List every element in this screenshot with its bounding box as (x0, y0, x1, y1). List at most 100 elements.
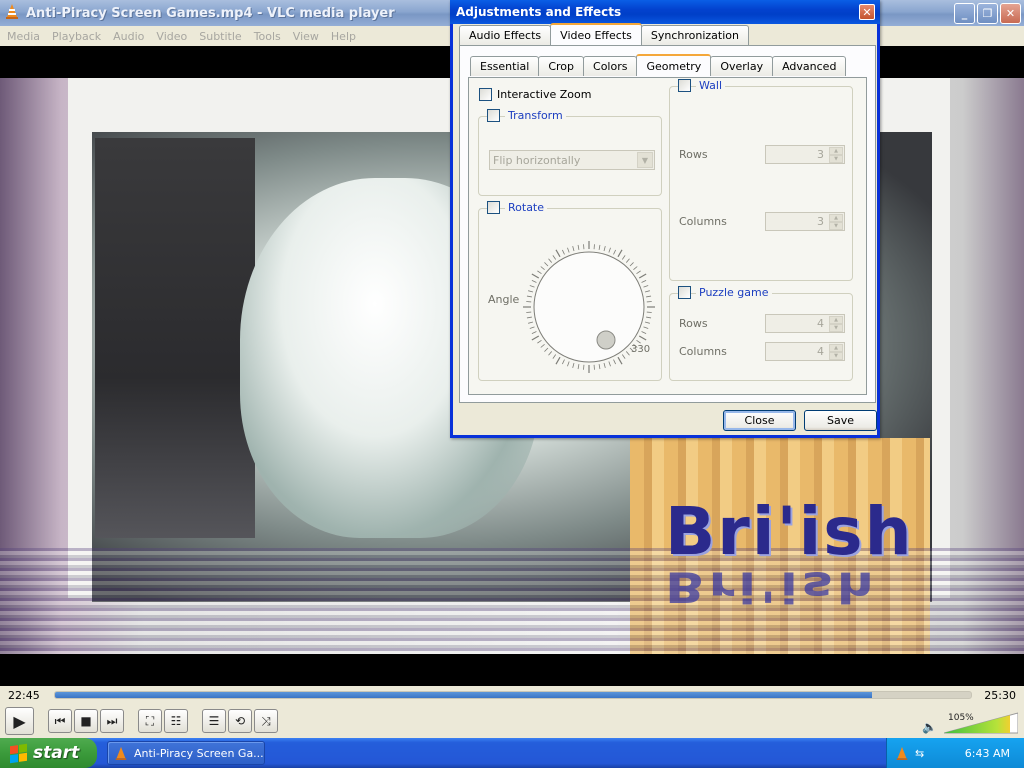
dial-tick (531, 331, 537, 334)
wall-rows-value: 3 (817, 148, 824, 161)
dial-tick (526, 316, 532, 319)
tab-video-effects[interactable]: Video Effects (550, 23, 642, 45)
start-button[interactable]: start (0, 738, 97, 768)
menu-subtitle[interactable]: Subtitle (195, 30, 249, 43)
chevron-down-icon: ▼ (637, 152, 653, 168)
maximize-button[interactable]: ❐ (977, 3, 998, 24)
next-button[interactable]: ⏭ (100, 709, 124, 733)
wall-group: Wall Rows 3 ▲ ▼ Columns 3 ▲ ▼ (669, 79, 853, 281)
menu-video[interactable]: Video (152, 30, 195, 43)
wall-columns-spinbox[interactable]: 3 ▲ ▼ (765, 212, 845, 231)
dial-tick (638, 273, 647, 279)
video-effects-panel: Essential Crop Colors Geometry Overlay A… (459, 45, 876, 403)
start-label: start (33, 743, 80, 763)
extended-settings-button[interactable]: ☷ (164, 709, 188, 733)
dialog-title-bar[interactable]: Adjustments and Effects (450, 0, 880, 24)
dial-knob[interactable] (596, 330, 616, 350)
speaker-icon[interactable]: 🔈 (922, 720, 937, 734)
dial-tick (552, 354, 557, 359)
dial-tick (548, 258, 553, 263)
dial-tick (544, 262, 549, 267)
menu-view[interactable]: View (289, 30, 327, 43)
previous-button[interactable]: ⏮ (48, 709, 72, 733)
transform-select-value: Flip horizontally (493, 153, 581, 167)
subtab-geometry[interactable]: Geometry (636, 54, 712, 76)
stop-button[interactable]: ■ (74, 709, 98, 733)
dial-tick (548, 351, 553, 356)
dial-tick (528, 321, 534, 324)
subtab-advanced[interactable]: Advanced (772, 56, 847, 76)
puzzle-checkbox[interactable]: Puzzle game (678, 286, 772, 299)
close-window-button[interactable]: ✕ (1000, 3, 1021, 24)
transform-select[interactable]: Flip horizontally ▼ (489, 150, 655, 170)
taskbar-item-vlc[interactable]: Anti-Piracy Screen Ga... (107, 741, 265, 765)
puzzle-columns-label: Columns (679, 345, 727, 358)
random-button[interactable]: ⤨ (254, 709, 278, 733)
windows-logo-icon (10, 743, 27, 763)
wall-columns-label: Columns (679, 215, 727, 228)
menu-audio[interactable]: Audio (109, 30, 152, 43)
dial-tick (638, 335, 647, 341)
loop-button[interactable]: ⟲ (228, 709, 252, 733)
network-icon[interactable]: ⇆ (915, 747, 924, 760)
puzzle-columns-spinbox[interactable]: 4 ▲ ▼ (765, 342, 845, 361)
checkbox-box (487, 201, 500, 214)
play-button[interactable]: ▶ (5, 707, 34, 735)
dial-tick (562, 249, 565, 255)
dial-tick (625, 258, 630, 263)
video-brand-text: Bri'ish (665, 493, 914, 570)
fullscreen-button[interactable]: ⛶ (138, 709, 162, 733)
puzzle-rows-spinbox[interactable]: 4 ▲ ▼ (765, 314, 845, 333)
playlist-button[interactable]: ☰ (202, 709, 226, 733)
interactive-zoom-checkbox[interactable]: Interactive Zoom (479, 88, 591, 101)
menu-playback[interactable]: Playback (48, 30, 109, 43)
playback-controls: 22:45 25:30 ▶ ⏮ ■ ⏭ ⛶ ☷ ☰ ⟲ ⤨ 🔈 105% (0, 686, 1024, 738)
menu-tools[interactable]: Tools (250, 30, 289, 43)
wall-checkbox[interactable]: Wall (678, 79, 726, 92)
checkbox-box (678, 286, 691, 299)
dial-tick (537, 270, 542, 275)
dial-tick (621, 354, 626, 359)
menu-media[interactable]: Media (3, 30, 48, 43)
dial-tick (643, 285, 649, 288)
rotate-label: Rotate (505, 201, 548, 214)
subtab-overlay[interactable]: Overlay (710, 56, 774, 76)
dial-tick (644, 321, 650, 324)
transform-group: Transform Flip horizontally ▼ (478, 109, 662, 196)
wall-rows-spinbox[interactable]: 3 ▲ ▼ (765, 145, 845, 164)
dial-tick (608, 247, 611, 253)
save-button[interactable]: Save (804, 410, 877, 431)
interactive-zoom-label: Interactive Zoom (497, 88, 592, 101)
puzzle-group: Puzzle game Rows 4 ▲ ▼ Columns 4 ▲ ▼ (669, 286, 853, 381)
play-icon: ▶ (13, 711, 26, 731)
volume-slider[interactable] (944, 711, 1018, 735)
dial-tick (537, 339, 542, 344)
subtab-essential[interactable]: Essential (470, 56, 540, 76)
puzzle-rows-label: Rows (679, 317, 708, 330)
rotate-group: Rotate Angle 330 (478, 201, 662, 381)
dial-tick (572, 246, 575, 252)
subtab-crop[interactable]: Crop (538, 56, 585, 76)
elapsed-time: 22:45 (8, 689, 40, 702)
dial-tick (540, 343, 545, 348)
wall-label: Wall (696, 79, 726, 92)
transform-checkbox[interactable]: Transform (487, 109, 566, 122)
dial-tick (567, 247, 570, 253)
menu-help[interactable]: Help (327, 30, 364, 43)
vlc-tray-icon[interactable] (895, 746, 909, 760)
minimize-button[interactable]: _ (954, 3, 975, 24)
dialog-close-icon[interactable]: ✕ (859, 4, 875, 20)
seek-bar[interactable] (54, 691, 972, 699)
subtab-colors[interactable]: Colors (583, 56, 638, 76)
close-button[interactable]: Close (723, 410, 796, 431)
tab-audio-effects[interactable]: Audio Effects (459, 25, 552, 45)
dial-tick (552, 255, 557, 260)
rotate-checkbox[interactable]: Rotate (487, 201, 548, 214)
vlc-cone-icon (4, 3, 20, 23)
dial-tick (577, 364, 580, 370)
dial-tick (567, 361, 570, 367)
dial-tick (613, 359, 616, 365)
video-dark-region (95, 138, 255, 538)
dial-tick (617, 249, 623, 258)
tab-synchronization[interactable]: Synchronization (640, 25, 749, 45)
